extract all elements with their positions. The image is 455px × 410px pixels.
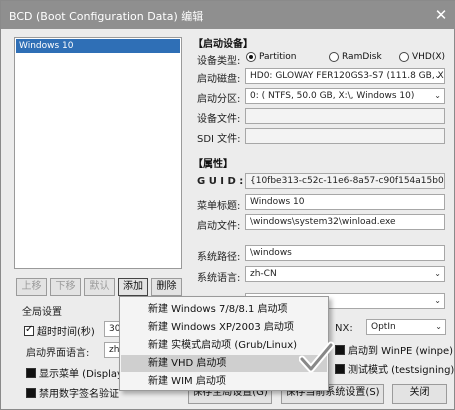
test-mode-label: 测试模式 (testsigning) [348,365,455,376]
bcd-editor-window: BCD (Boot Configuration Data) 编辑 ✕ Windo… [0,0,455,410]
menu-item-new-realmode[interactable]: 新建 实模式启动项 (Grub/Linux) [121,337,327,354]
add-entry-menu: 新建 Windows 7/8/8.1 启动项 新建 Windows XP/200… [119,296,329,391]
close-icon[interactable]: ✕ [426,1,455,29]
test-mode-check-box [335,363,345,374]
device-file-field[interactable] [245,108,445,124]
add-button[interactable]: 添加 [118,278,148,296]
boot-disk-value: HD0: GLOWAY FER120GS3-S7 (111.8 GB, X: Y… [250,71,445,81]
system-path-field[interactable]: \windows [245,245,445,261]
show-menu-check-box [26,367,36,378]
checkmark-cursor-icon [299,341,335,373]
menu-language-label: 启动界面语言: [26,348,90,359]
radio-partition-dot [246,52,256,62]
boot-partition-select[interactable]: 0: ( NTFS, 50.0 GB, X:\, Windows 10) ⌄ [245,88,445,104]
disable-signature-label: 禁用数字签名验证 [39,389,119,400]
radio-ramdisk[interactable]: RamDisk [329,52,382,62]
nx-value: OptIn [371,322,396,332]
radio-partition[interactable]: Partition [246,52,297,62]
radio-partition-label: Partition [259,52,297,62]
chevron-down-icon: ⌄ [435,322,442,331]
timeout-field[interactable]: 30 [104,321,120,337]
boot-file-label: 启动文件: [197,221,241,232]
window-title: BCD (Boot Configuration Data) 编辑 [9,10,204,23]
radio-ramdisk-label: RamDisk [342,52,382,62]
radio-vhdx-dot [399,52,409,62]
system-language-select[interactable]: zh-CN ⌄ [245,266,445,282]
chevron-down-icon: ⌄ [434,296,441,305]
system-language-label: 系统语言: [197,273,241,284]
timeout-check-box [24,324,34,336]
test-mode-checkbox[interactable]: 测试模式 (testsigning) [335,361,454,376]
menu-title-label: 菜单标题: [197,201,241,212]
menu-language-field[interactable]: zh- [104,342,120,358]
boot-partition-value: 0: ( NTFS, 50.0 GB, X:\, Windows 10) [250,91,415,101]
radio-vhdx[interactable]: VHD(X) [399,52,445,62]
boot-winpe-label: 启动到 WinPE (winpe) [348,346,454,357]
boot-disk-label: 启动磁盘: [197,74,241,85]
sdi-file-field[interactable] [245,128,445,144]
radio-vhdx-label: VHD(X) [412,52,446,62]
move-down-button[interactable]: 下移 [50,278,81,296]
list-item[interactable]: Windows 10 [16,39,180,53]
boot-disk-select[interactable]: HD0: GLOWAY FER120GS3-S7 (111.8 GB, X: Y… [245,68,445,84]
nx-select[interactable]: OptIn ⌄ [366,319,446,335]
menu-item-new-win7[interactable]: 新建 Windows 7/8/8.1 启动项 [121,301,327,318]
radio-ramdisk-dot [329,52,339,62]
menu-item-new-vhd[interactable]: 新建 VHD 启动项 [121,355,327,372]
global-settings-title: 全局设置 [22,307,62,318]
timeout-label: 超时时间(秒) [37,327,95,338]
boot-device-group-title: 【启动设备】 [193,39,253,50]
device-file-label: 设备文件: [197,114,241,125]
set-default-button[interactable]: 默认 [84,278,115,296]
move-up-button[interactable]: 上移 [16,278,47,296]
title-bar: BCD (Boot Configuration Data) 编辑 ✕ [1,1,455,29]
disable-signature-checkbox[interactable]: 禁用数字签名验证 [26,385,119,400]
close-button[interactable]: 关闭 [392,384,447,404]
nx-label: NX: [335,323,353,334]
system-path-label: 系统路径: [197,252,241,263]
menu-item-new-winxp[interactable]: 新建 Windows XP/2003 启动项 [121,319,327,336]
disable-signature-check-box [26,387,36,398]
boot-winpe-check-box [335,344,345,355]
boot-file-field[interactable]: \windows\system32\winload.exe [245,214,445,230]
delete-button[interactable]: 删除 [151,278,182,296]
guid-label: G U I D : [197,176,244,187]
chevron-down-icon: ⌄ [434,269,441,278]
timeout-checkbox[interactable]: 超时时间(秒) [24,323,95,338]
menu-title-field[interactable]: Windows 10 [245,194,445,210]
boot-partition-label: 启动分区: [197,94,241,105]
boot-entry-list[interactable]: Windows 10 [14,37,182,269]
chevron-down-icon: ⌄ [434,71,441,80]
sdi-file-label: SDI 文件: [197,134,241,145]
menu-item-new-wim[interactable]: 新建 WIM 启动项 [121,373,327,390]
guid-field[interactable]: {10fbe313-c52c-11e6-8a57-c90f154a15b0} [245,173,445,189]
device-type-label: 设备类型: [197,56,241,67]
properties-group-title: 【属性】 [193,159,233,170]
system-language-value: zh-CN [250,269,277,279]
chevron-down-icon: ⌄ [434,91,441,100]
boot-winpe-checkbox[interactable]: 启动到 WinPE (winpe) [335,342,453,357]
